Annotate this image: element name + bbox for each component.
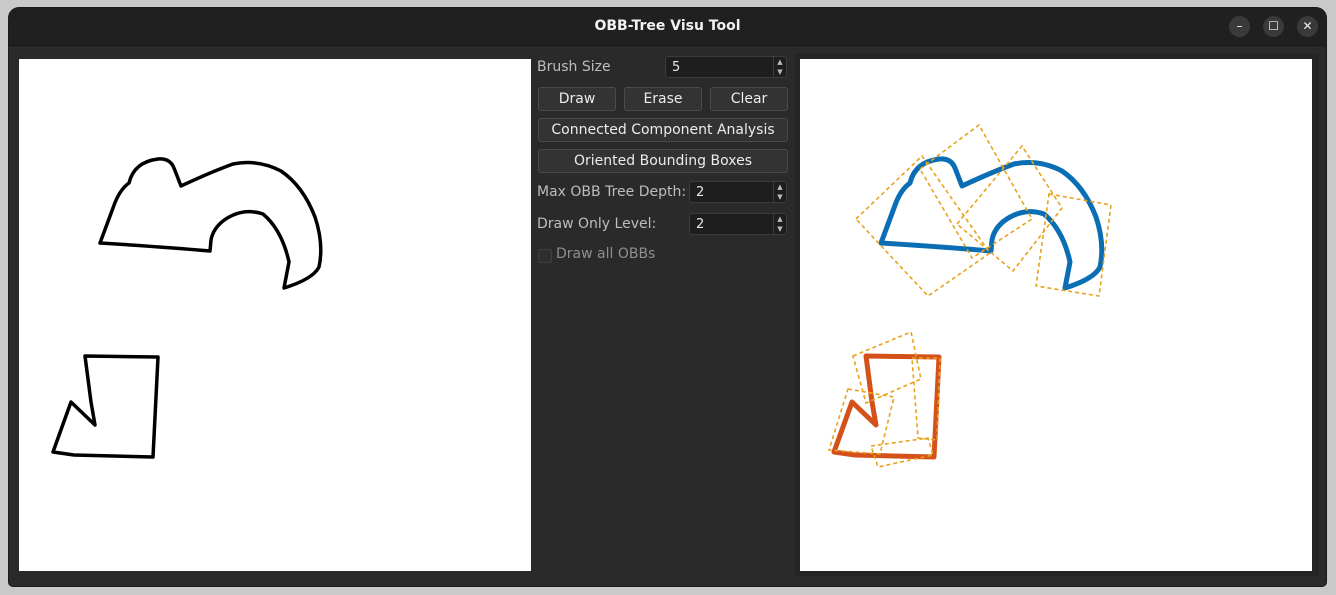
erase-button[interactable]: Erase (624, 87, 702, 111)
connected-component-analysis-button[interactable]: Connected Component Analysis (538, 118, 788, 142)
brush-size-spinbox[interactable]: 5 ▲ ▼ (665, 56, 787, 78)
oriented-bounding-boxes-button[interactable]: Oriented Bounding Boxes (538, 149, 788, 173)
window-title: OBB-Tree Visu Tool (594, 18, 741, 34)
draw-level-spinbox[interactable]: 2 ▲ ▼ (689, 213, 787, 235)
max-depth-spinbox[interactable]: 2 ▲ ▼ (689, 181, 787, 203)
drawing-canvas[interactable] (19, 59, 531, 571)
title-bar[interactable]: OBB-Tree Visu Tool – ☐ ✕ (9, 8, 1326, 46)
max-depth-value: 2 (696, 185, 705, 200)
draw-level-value: 2 (696, 217, 705, 232)
drawing-svg[interactable] (19, 59, 531, 571)
draw-all-obbs-label: Draw all OBBs (556, 246, 656, 262)
close-icon[interactable]: ✕ (1297, 16, 1318, 37)
draw-level-label: Draw Only Level: (537, 216, 657, 232)
drawn-shape-arrow (98, 157, 323, 290)
drawn-shape-block (51, 354, 160, 459)
draw-all-obbs-checkbox[interactable] (538, 249, 552, 263)
result-svg (827, 123, 1112, 468)
spin-arrows-icon[interactable]: ▲ ▼ (773, 182, 786, 202)
spin-arrows-icon[interactable]: ▲ ▼ (773, 214, 786, 234)
spin-arrows-icon[interactable]: ▲ ▼ (773, 57, 786, 77)
maximize-icon[interactable]: ☐ (1263, 16, 1284, 37)
obb-box (869, 437, 935, 468)
max-depth-label: Max OBB Tree Depth: (537, 184, 687, 200)
obb-box (854, 154, 992, 298)
app-window: OBB-Tree Visu Tool – ☐ ✕ Brush Size 5 ▲ ▼… (9, 8, 1326, 586)
brush-size-label: Brush Size (537, 59, 611, 75)
draw-button[interactable]: Draw (538, 87, 616, 111)
component-1-shape (878, 156, 1105, 291)
minimize-icon[interactable]: – (1229, 16, 1250, 37)
brush-size-value: 5 (672, 60, 681, 75)
clear-button[interactable]: Clear (710, 87, 788, 111)
obb-box (918, 123, 1034, 260)
component-2-shape (831, 353, 942, 460)
result-canvas (800, 59, 1312, 571)
